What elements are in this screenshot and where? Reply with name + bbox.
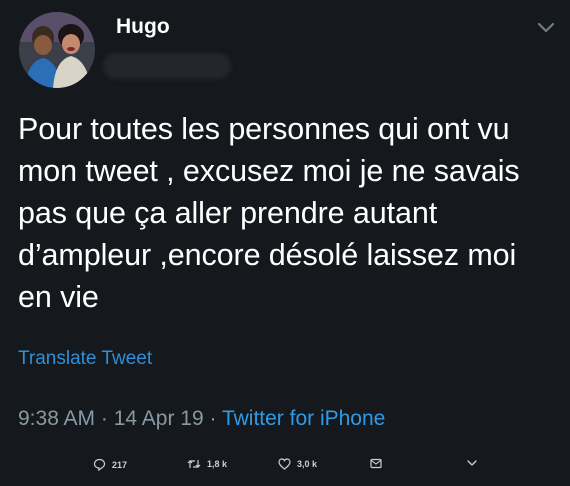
reply-count: 217 [112, 459, 128, 470]
tweet-time[interactable]: 9:38 AM [18, 407, 95, 430]
retweet-count: 1,8 k [207, 459, 228, 469]
retweet-button[interactable]: 1,8 k [187, 458, 227, 470]
envelope-icon [370, 458, 382, 469]
like-button[interactable]: 3,0 k [278, 458, 317, 470]
meta-separator: · [203, 407, 222, 430]
action-bar: 217 1,8 k 3,0 k [0, 458, 570, 482]
more-button[interactable] [466, 458, 484, 468]
avatar[interactable] [19, 12, 95, 88]
tweet-source[interactable]: Twitter for iPhone [222, 407, 385, 430]
like-count: 3,0 k [297, 459, 318, 469]
heart-icon [278, 458, 291, 470]
chevron-down-icon [467, 460, 477, 466]
tweet-date[interactable]: 14 Apr 19 [114, 407, 204, 430]
retweet-icon [187, 460, 201, 468]
reply-icon [93, 458, 106, 471]
tweet-text: Pour toutes les personnes qui ont vu mon… [18, 112, 520, 314]
tweet-meta: 9:38 AM · 14 Apr 19 · Twitter for iPhone [18, 407, 385, 431]
translate-tweet-link[interactable]: Translate Tweet [18, 348, 152, 370]
chevron-down-icon[interactable] [536, 20, 556, 34]
profile-photo [19, 12, 95, 88]
reply-button[interactable]: 217 [93, 458, 127, 471]
display-name[interactable]: Hugo [116, 15, 170, 39]
blurred-handle [103, 53, 231, 79]
meta-separator: · [95, 407, 114, 430]
message-button[interactable] [370, 458, 388, 469]
